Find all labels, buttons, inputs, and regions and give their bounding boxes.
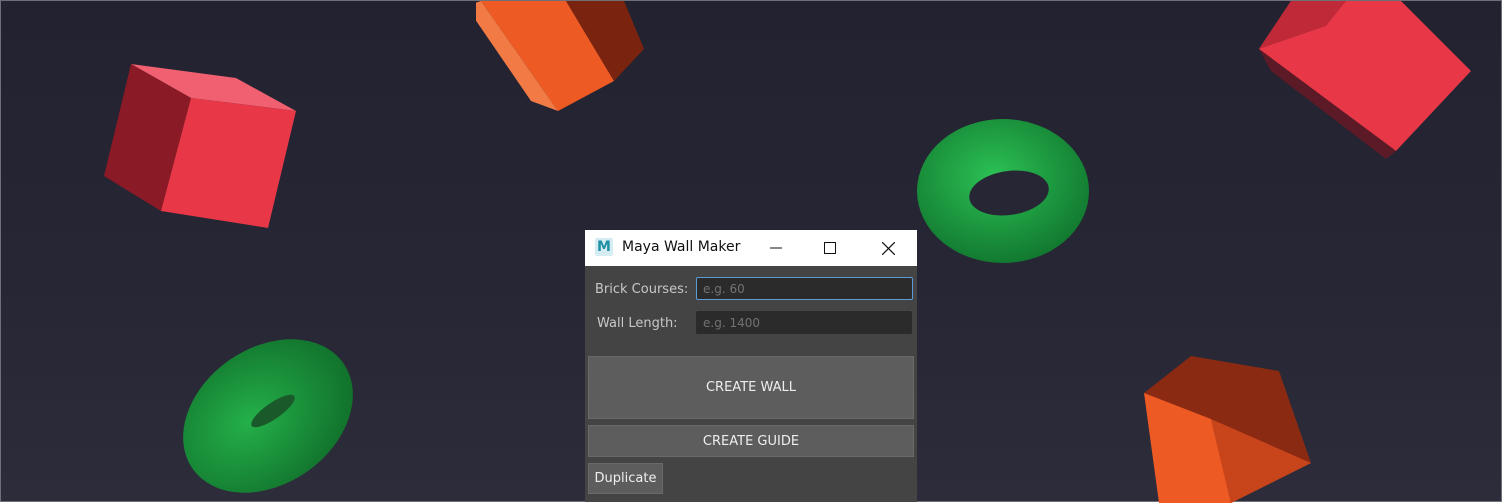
title-bar[interactable]: M Maya Wall Maker xyxy=(585,230,917,266)
wall-length-input[interactable] xyxy=(696,311,912,334)
brick-courses-label: Brick Courses: xyxy=(595,282,689,297)
red-cube-object[interactable] xyxy=(96,56,306,236)
green-torus-object[interactable] xyxy=(173,331,363,501)
orange-box-object[interactable] xyxy=(476,1,656,116)
maximize-button[interactable] xyxy=(807,230,853,266)
minimize-button[interactable] xyxy=(753,230,799,266)
window-title: Maya Wall Maker xyxy=(622,239,741,255)
wall-length-label: Wall Length: xyxy=(597,316,678,331)
close-button[interactable] xyxy=(865,230,911,266)
green-torus-object[interactable] xyxy=(911,113,1096,268)
duplicate-button[interactable]: Duplicate xyxy=(588,463,663,494)
brick-courses-input[interactable] xyxy=(696,277,913,300)
maya-app-icon: M xyxy=(595,238,613,256)
close-icon xyxy=(881,241,895,255)
maximize-icon xyxy=(824,242,836,254)
wall-maker-dialog: M Maya Wall Maker Brick Courses: Wall Le… xyxy=(585,230,917,502)
red-cube-object[interactable] xyxy=(1251,1,1481,166)
orange-box-object[interactable] xyxy=(1139,351,1319,503)
create-guide-button[interactable]: CREATE GUIDE xyxy=(588,425,914,457)
minimize-icon xyxy=(770,247,782,249)
create-wall-button[interactable]: CREATE WALL xyxy=(588,356,914,419)
